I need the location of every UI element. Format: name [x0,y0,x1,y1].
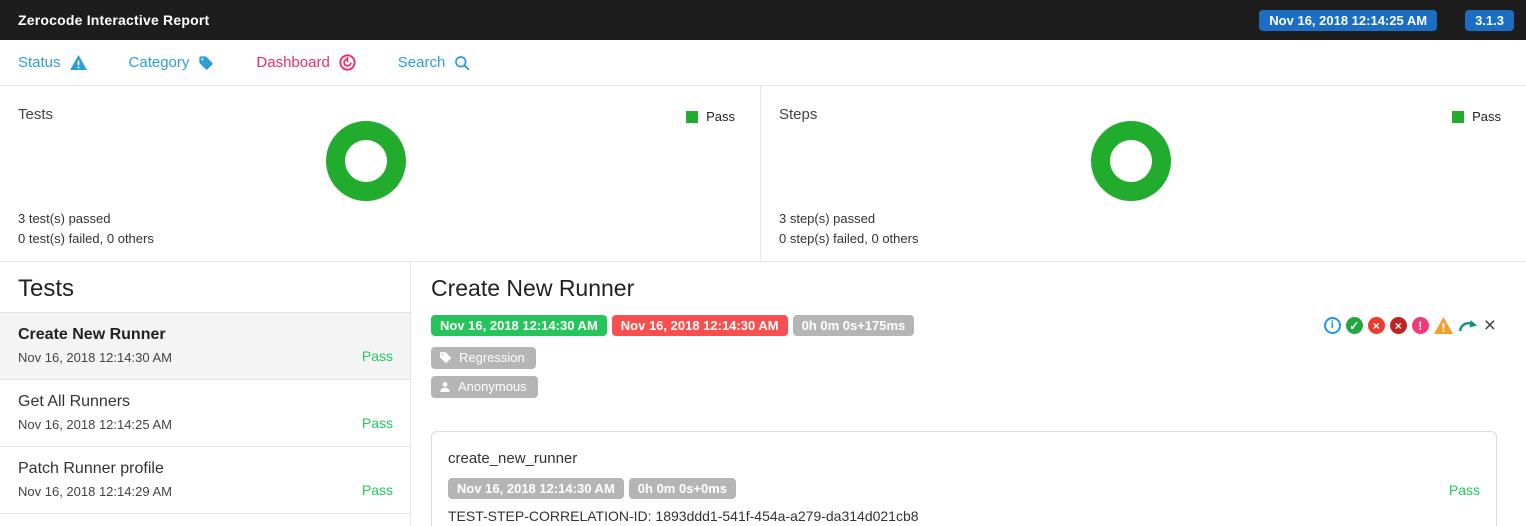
exception-circle-icon[interactable]: ! [1411,317,1429,334]
warning-triangle-icon[interactable] [1433,317,1453,334]
steps-failed-summary: 0 step(s) failed, 0 others [779,231,919,246]
tests-list-panel: Tests Create New Runner Nov 16, 2018 12:… [0,262,411,526]
nav-status-label: Status [18,54,61,71]
tests-chart-panel: Tests Pass 3 test(s) passed 0 test(s) fa… [0,86,761,261]
step-badge-row: Nov 16, 2018 12:14:30 AM 0h 0m 0s+0ms [448,478,1480,499]
step-duration-badge: 0h 0m 0s+0ms [628,478,737,499]
search-icon [454,55,470,71]
steps-chart-panel: Steps Pass 3 step(s) passed 0 step(s) fa… [761,86,1526,261]
steps-chart-title: Steps [779,106,818,123]
nav-search[interactable]: Search [398,54,471,71]
detail-title: Create New Runner [431,275,635,301]
end-time-badge: Nov 16, 2018 12:14:30 AM [611,315,788,336]
top-header-right: Nov 16, 2018 12:14:25 AM 3.1.3 [1259,9,1514,31]
category-tag-badge: Regression [431,347,536,369]
app-title: Zerocode Interactive Report [18,12,210,28]
step-time-badge: Nov 16, 2018 12:14:30 AM [448,478,624,499]
main-nav: Status Category Dashboard Search [0,40,1526,86]
top-header-bar: Zerocode Interactive Report Nov 16, 2018… [0,0,1526,40]
tests-chart-summary: 3 test(s) passed 0 test(s) failed, 0 oth… [18,209,154,249]
tests-failed-summary: 0 test(s) failed, 0 others [18,231,154,246]
legend-pass-label: Pass [706,109,735,124]
test-list-item-get-all-runners[interactable]: Get All Runners Nov 16, 2018 12:14:25 AM… [0,380,410,447]
charts-row: Tests Pass 3 test(s) passed 0 test(s) fa… [0,86,1526,262]
step-card[interactable]: create_new_runner Nov 16, 2018 12:14:30 … [431,431,1497,526]
tests-chart-title: Tests [18,106,54,123]
step-name: create_new_runner [448,450,578,467]
pass-circle-icon[interactable]: ✓ [1345,317,1363,334]
category-tag-line: Regression [431,347,1497,369]
test-detail-panel: Create New Runner Nov 16, 2018 12:14:30 … [411,262,1526,526]
test-item-name: Create New Runner [18,326,166,343]
steps-passed-summary: 3 step(s) passed [779,211,876,226]
info-icon[interactable]: i [1323,317,1341,334]
steps-donut-chart[interactable] [1091,121,1171,201]
start-time-badge: Nov 16, 2018 12:14:30 AM [431,315,607,336]
test-list-item-create-new-runner[interactable]: Create New Runner Nov 16, 2018 12:14:30 … [0,313,410,380]
legend-pass-swatch [1452,110,1465,123]
test-list-item-patch-runner-profile[interactable]: Patch Runner profile Nov 16, 2018 12:14:… [0,447,410,514]
detail-badge-row: Nov 16, 2018 12:14:30 AM Nov 16, 2018 12… [431,315,1497,336]
error-circle-icon[interactable]: × [1389,317,1407,334]
test-item-status-badge: Pass [361,348,393,364]
nav-search-label: Search [397,54,446,71]
step-correlation-id: TEST-STEP-CORRELATION-ID: 1893ddd1-541f-… [448,508,919,524]
nav-dashboard[interactable]: Dashboard [256,54,356,71]
steps-chart-summary: 3 step(s) passed 0 step(s) failed, 0 oth… [779,209,918,249]
nav-status[interactable]: Status [18,54,87,71]
tests-chart-legend: Pass [686,109,735,124]
test-item-status-badge: Pass [361,482,393,498]
author-tag-label: Anonymous [458,379,527,394]
nav-category[interactable]: Category [129,54,215,71]
tests-list-title: Tests [0,262,410,313]
legend-pass-swatch [686,110,699,123]
nav-dashboard-label: Dashboard [256,54,330,71]
dashboard-gauge-icon [339,54,356,71]
fail-circle-icon[interactable]: × [1367,317,1385,334]
version-badge: 3.1.3 [1465,9,1514,31]
close-icon[interactable]: × [1483,315,1497,336]
tag-icon [439,351,452,364]
step-status-badge: Pass [1448,482,1480,498]
nav-category-label: Category [128,54,190,71]
content-row: Tests Create New Runner Nov 16, 2018 12:… [0,262,1526,526]
test-item-date: Nov 16, 2018 12:14:30 AM [18,350,172,365]
author-tag-badge: Anonymous [431,376,538,398]
legend-pass-label: Pass [1472,109,1501,124]
tests-donut-chart[interactable] [326,121,406,201]
rerun-arrow-icon[interactable] [1458,318,1478,333]
tests-passed-summary: 3 test(s) passed [18,211,111,226]
test-item-name: Get All Runners [18,393,131,410]
category-tag-label: Regression [459,350,525,365]
author-tag-line: Anonymous [431,376,1497,398]
person-icon [439,381,451,393]
duration-badge: 0h 0m 0s+175ms [792,315,915,336]
test-item-name: Patch Runner profile [18,460,164,477]
test-item-status-badge: Pass [361,415,393,431]
report-timestamp-badge: Nov 16, 2018 12:14:25 AM [1259,9,1438,31]
steps-chart-legend: Pass [1452,109,1501,124]
detail-icon-toolbar: i ✓ × × ! × [1323,315,1497,336]
test-item-date: Nov 16, 2018 12:14:29 AM [18,484,172,499]
test-item-date: Nov 16, 2018 12:14:25 AM [18,417,172,432]
tag-icon [198,55,214,71]
warning-triangle-icon [69,55,87,70]
